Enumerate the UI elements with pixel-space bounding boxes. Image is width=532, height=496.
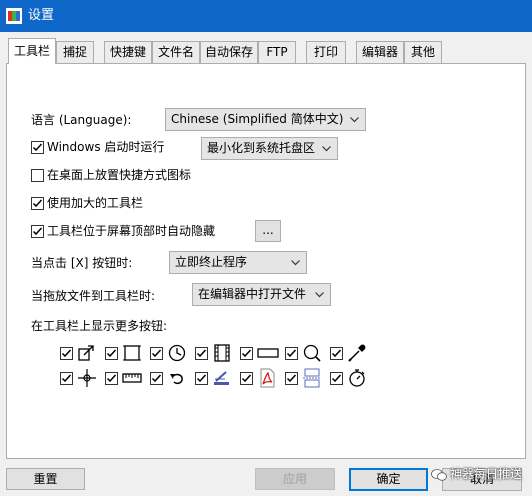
rectangle-capture-icon <box>123 345 141 361</box>
tool-checkbox-pdf[interactable] <box>240 372 253 385</box>
checkmark-icon <box>32 227 43 236</box>
tool-checkbox-film[interactable] <box>195 347 208 360</box>
more-buttons-label: 在工具栏上显示更多按钮: <box>31 319 168 333</box>
drag-drop-select[interactable]: 在编辑器中打开文件 <box>192 283 331 306</box>
pdf-icon <box>260 368 275 388</box>
checkmark-icon <box>151 374 162 383</box>
tab-toolbar[interactable]: 工具栏 <box>8 38 56 64</box>
arrow-export-icon <box>78 345 94 361</box>
close-action-select[interactable]: 立即终止程序 <box>169 251 307 274</box>
color-picker-icon <box>348 344 366 362</box>
crosshair-icon <box>78 369 96 387</box>
windows-startup-label: Windows 启动时运行 <box>47 140 165 154</box>
tab-autosave[interactable]: 自动保存 <box>200 41 258 63</box>
checkmark-icon <box>331 349 342 358</box>
large-toolbar-checkbox[interactable] <box>31 197 44 210</box>
reset-button[interactable]: 重置 <box>6 468 85 490</box>
checkmark-icon <box>32 143 43 152</box>
app-logo-icon <box>6 8 22 24</box>
page-split-icon <box>303 368 321 388</box>
clock-icon <box>168 344 186 362</box>
tab-capture[interactable]: 捕捉 <box>56 41 94 63</box>
windows-startup-checkbox[interactable] <box>31 141 44 154</box>
checkmark-icon <box>331 374 342 383</box>
tool-checkbox-stopwatch[interactable] <box>330 372 343 385</box>
settings-dialog: 工具栏 捕捉 快捷键 文件名 自动保存 FTP 打印 编辑器 其他 语言 (La… <box>0 32 532 496</box>
tab-hotkeys[interactable]: 快捷键 <box>104 41 152 63</box>
undo-arrow-icon <box>170 373 183 385</box>
window-title: 设置 <box>28 8 55 23</box>
chevron-down-icon <box>322 146 331 152</box>
tool-checkbox-scanner[interactable] <box>195 372 208 385</box>
large-toolbar-label: 使用加大的工具栏 <box>47 196 144 210</box>
watermark: 神器每日推送 <box>431 465 522 482</box>
startup-mode-select[interactable]: 最小化到系统托盘区 <box>201 137 338 160</box>
tool-checkbox-magnifier[interactable] <box>285 347 298 360</box>
checkmark-icon <box>61 374 72 383</box>
tool-checkbox-ruler[interactable] <box>105 372 118 385</box>
tool-checkbox-page-split[interactable] <box>285 372 298 385</box>
tool-checkbox-crosshair[interactable] <box>60 372 73 385</box>
tool-checkbox-scroll-window[interactable] <box>240 347 253 360</box>
checkmark-icon <box>196 349 207 358</box>
film-strip-icon <box>214 344 230 362</box>
ruler-icon <box>122 373 142 383</box>
checkmark-icon <box>286 349 297 358</box>
scrolling-window-icon <box>257 348 279 358</box>
tab-filename[interactable]: 文件名 <box>152 41 200 63</box>
checkmark-icon <box>106 374 117 383</box>
wechat-icon <box>431 468 447 481</box>
title-bar[interactable]: 设置 <box>0 0 532 32</box>
chevron-down-icon <box>291 260 300 266</box>
chevron-down-icon <box>315 292 324 298</box>
checkmark-icon <box>286 374 297 383</box>
scanner-icon <box>214 371 229 385</box>
checkmark-icon <box>241 349 252 358</box>
stopwatch-icon <box>349 369 365 387</box>
checkmark-icon <box>106 349 117 358</box>
autohide-toolbar-label: 工具栏位于屏幕顶部时自动隐藏 <box>47 224 216 238</box>
checkmark-icon <box>151 349 162 358</box>
tab-editor[interactable]: 编辑器 <box>356 41 404 63</box>
language-label: 语言 (Language): <box>31 113 132 127</box>
tool-checkbox-rectangle[interactable] <box>105 347 118 360</box>
close-action-label: 当点击 [X] 按钮时: <box>31 256 133 270</box>
desktop-shortcut-label: 在桌面上放置快捷方式图标 <box>47 168 192 182</box>
chevron-down-icon <box>350 117 359 123</box>
checkmark-icon <box>32 199 43 208</box>
ok-button[interactable]: 确定 <box>349 468 428 491</box>
language-select[interactable]: Chinese (Simplified 简体中文) <box>165 108 366 131</box>
toolbar-settings-panel: 语言 (Language): Chinese (Simplified 简体中文)… <box>6 63 526 459</box>
checkmark-icon <box>196 374 207 383</box>
drag-drop-label: 当拖放文件到工具栏时: <box>31 289 156 303</box>
apply-button[interactable]: 应用 <box>255 468 335 490</box>
tool-checkbox-color-picker[interactable] <box>330 347 343 360</box>
checkmark-icon <box>241 374 252 383</box>
checkmark-icon <box>61 349 72 358</box>
magnifier-icon <box>303 344 321 362</box>
tool-checkbox-clock[interactable] <box>150 347 163 360</box>
autohide-toolbar-checkbox[interactable] <box>31 225 44 238</box>
tab-ftp[interactable]: FTP <box>258 41 296 63</box>
desktop-shortcut-checkbox[interactable] <box>31 169 44 182</box>
tool-checkbox-export[interactable] <box>60 347 73 360</box>
tab-other[interactable]: 其他 <box>404 41 442 63</box>
watermark-text: 神器每日推送 <box>449 467 522 481</box>
tool-checkbox-undo[interactable] <box>150 372 163 385</box>
tab-print[interactable]: 打印 <box>306 41 346 63</box>
autohide-options-button[interactable]: ... <box>255 220 281 242</box>
